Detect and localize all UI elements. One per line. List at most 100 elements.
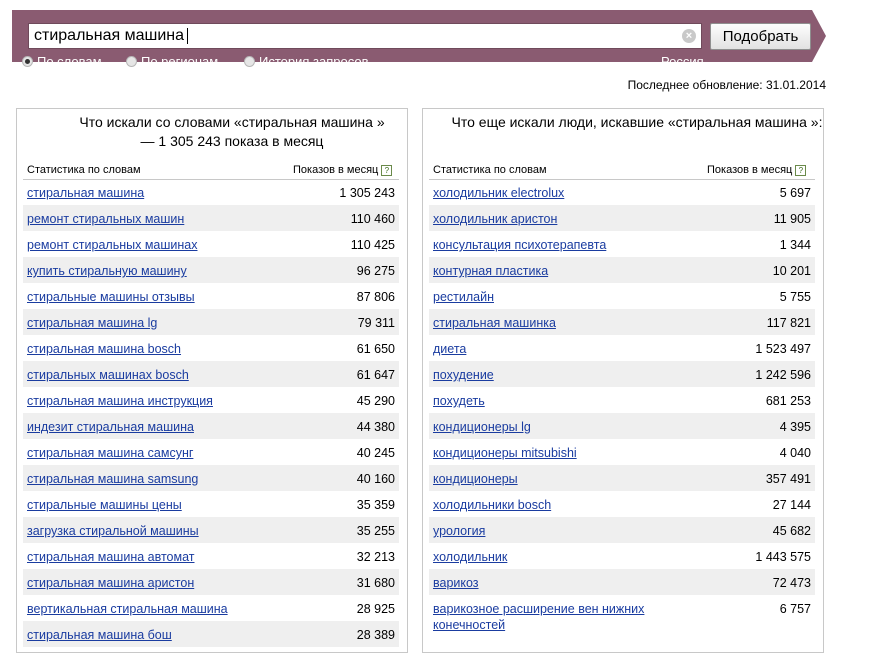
phrase-link[interactable]: стиральная машинка — [433, 315, 673, 331]
text-caret — [186, 27, 188, 44]
impressions-count: 1 242 596 — [755, 368, 811, 382]
phrase-link[interactable]: ремонт стиральных машинах — [27, 237, 198, 253]
search-bar: стиральная машина × Подобрать По словам … — [12, 10, 812, 69]
phrase-link[interactable]: вертикальная стиральная машина — [27, 601, 228, 617]
related-panel: Что еще искали люди, искавшие «стиральна… — [422, 108, 824, 653]
help-icon[interactable]: ? — [795, 165, 807, 176]
impressions-count: 1 305 243 — [339, 186, 395, 200]
phrase-link[interactable]: ремонт стиральных машин — [27, 211, 184, 227]
words-panel: Что искали со словами «стиральная машина… — [16, 108, 408, 653]
phrase-link[interactable]: стиральная машина бош — [27, 627, 172, 643]
impressions-count: 357 491 — [765, 472, 811, 486]
phrase-link[interactable]: стиральная машина самсунг — [27, 445, 193, 461]
phrase-link[interactable]: рестилайн — [433, 289, 673, 305]
phrase-link[interactable]: похудеть — [433, 393, 673, 409]
panel-title: Что искали со словами «стиральная машина… — [79, 114, 385, 149]
phrase-link[interactable]: холодильник electrolux — [433, 185, 673, 201]
table-row: консультация психотерапевта 1 344 — [429, 231, 815, 257]
table-row: варикозное расширение вен нижних конечно… — [429, 595, 815, 632]
table-row: холодильник 1 443 575 — [429, 543, 815, 569]
table-row: холодильник electrolux 5 697 — [429, 179, 815, 205]
column-header-count: Показов в месяц? — [293, 164, 393, 176]
phrase-link[interactable]: стиральная машина lg — [27, 315, 157, 331]
radio-icon[interactable] — [126, 56, 137, 67]
phrase-link[interactable]: стиральная машина инструкция — [27, 393, 213, 409]
mode-label: По регионам — [141, 54, 219, 69]
mode-by-regions[interactable]: По регионам — [126, 54, 218, 70]
mode-history[interactable]: История запросов — [244, 54, 369, 70]
table-row: холодильник аристон 11 905 — [429, 205, 815, 231]
table-row: стиральная машина бош 28 389 — [23, 621, 399, 647]
help-icon[interactable]: ? — [381, 165, 393, 176]
impressions-count: 61 650 — [356, 342, 395, 356]
impressions-count: 1 344 — [779, 238, 811, 252]
table-row: стиральные машины цены 35 359 — [23, 491, 399, 517]
phrase-link[interactable]: стиральные машины отзывы — [27, 289, 195, 305]
impressions-count: 110 425 — [350, 238, 395, 252]
radio-checked-icon[interactable] — [22, 56, 33, 67]
column-header-count-label: Показов в месяц — [707, 164, 793, 176]
related-table: холодильник electrolux 5 697 холодильник а… — [429, 179, 815, 632]
phrase-link[interactable]: кондиционеры — [433, 471, 673, 487]
table-row: вертикальная стиральная машина 28 925 — [23, 595, 399, 621]
table-row: кондиционеры 357 491 — [429, 465, 815, 491]
impressions-count: 45 290 — [356, 394, 395, 408]
mode-by-words[interactable]: По словам — [22, 54, 102, 70]
phrase-link[interactable]: стиральные машины цены — [27, 497, 182, 513]
phrase-link[interactable]: контурная пластика — [433, 263, 673, 279]
impressions-count: 32 213 — [356, 550, 395, 564]
phrase-link[interactable]: стиральная машина автомат — [27, 549, 195, 565]
submit-button[interactable]: Подобрать — [710, 23, 811, 50]
table-row: холодильники bosch 27 144 — [429, 491, 815, 517]
table-row: ремонт стиральных машинах 110 425 — [23, 231, 399, 257]
table-row: похудение 1 242 596 — [429, 361, 815, 387]
table-row: стиральная машина lg 79 311 — [23, 309, 399, 335]
column-header-words: Статистика по словам — [433, 164, 547, 176]
impressions-count: 5 697 — [779, 186, 811, 200]
impressions-count: 45 682 — [772, 524, 811, 538]
phrase-link[interactable]: консультация психотерапевта — [433, 237, 673, 253]
radio-icon[interactable] — [244, 56, 255, 67]
phrase-link[interactable]: загрузка стиральной машины — [27, 523, 199, 539]
mode-label: История запросов — [259, 54, 369, 69]
impressions-count: 31 680 — [356, 576, 395, 590]
phrase-link[interactable]: урология — [433, 523, 673, 539]
search-query: стиральная машина — [34, 27, 184, 44]
phrase-link[interactable]: варикозное расширение вен нижних конечно… — [433, 601, 673, 633]
table-row: стиральная машина аристон 31 680 — [23, 569, 399, 595]
impressions-count: 44 380 — [356, 420, 395, 434]
phrase-link[interactable]: похудение — [433, 367, 673, 383]
region-link[interactable]: Россия — [661, 54, 704, 70]
table-row: стиральных машинах bosch 61 647 — [23, 361, 399, 387]
search-input[interactable]: стиральная машина — [28, 23, 702, 49]
clear-icon[interactable]: × — [682, 29, 696, 43]
table-row: стиральная машина samsung 40 160 — [23, 465, 399, 491]
mode-label: По словам — [37, 54, 102, 69]
phrase-link[interactable]: стиральная машина bosch — [27, 341, 181, 357]
table-row: контурная пластика 10 201 — [429, 257, 815, 283]
table-row: стиральная машина bosch 61 650 — [23, 335, 399, 361]
table-row: стиральная машина инструкция 45 290 — [23, 387, 399, 413]
phrase-link[interactable]: кондиционеры mitsubishi — [433, 445, 673, 461]
search-bar-arrow — [812, 10, 826, 62]
phrase-link[interactable]: холодильники bosch — [433, 497, 673, 513]
phrase-link[interactable]: стиральных машинах bosch — [27, 367, 189, 383]
phrase-link[interactable]: индезит стиральная машина — [27, 419, 194, 435]
phrase-link[interactable]: варикоз — [433, 575, 673, 591]
impressions-count: 79 311 — [357, 316, 395, 330]
table-row: стиральная машина самсунг 40 245 — [23, 439, 399, 465]
phrase-link[interactable]: холодильник — [433, 549, 673, 565]
table-row: кондиционеры mitsubishi 4 040 — [429, 439, 815, 465]
table-row: кондиционеры lg 4 395 — [429, 413, 815, 439]
phrase-link[interactable]: купить стиральную машину — [27, 263, 187, 279]
column-header-count: Показов в месяц? — [707, 164, 807, 176]
impressions-count: 27 144 — [772, 498, 811, 512]
table-row: диета 1 523 497 — [429, 335, 815, 361]
phrase-link[interactable]: диета — [433, 341, 673, 357]
phrase-link[interactable]: стиральная машина аристон — [27, 575, 194, 591]
phrase-link[interactable]: стиральная машина samsung — [27, 471, 198, 487]
phrase-link[interactable]: холодильник аристон — [433, 211, 673, 227]
phrase-link[interactable]: стиральная машина — [27, 185, 144, 201]
impressions-count: 87 806 — [356, 290, 395, 304]
phrase-link[interactable]: кондиционеры lg — [433, 419, 673, 435]
